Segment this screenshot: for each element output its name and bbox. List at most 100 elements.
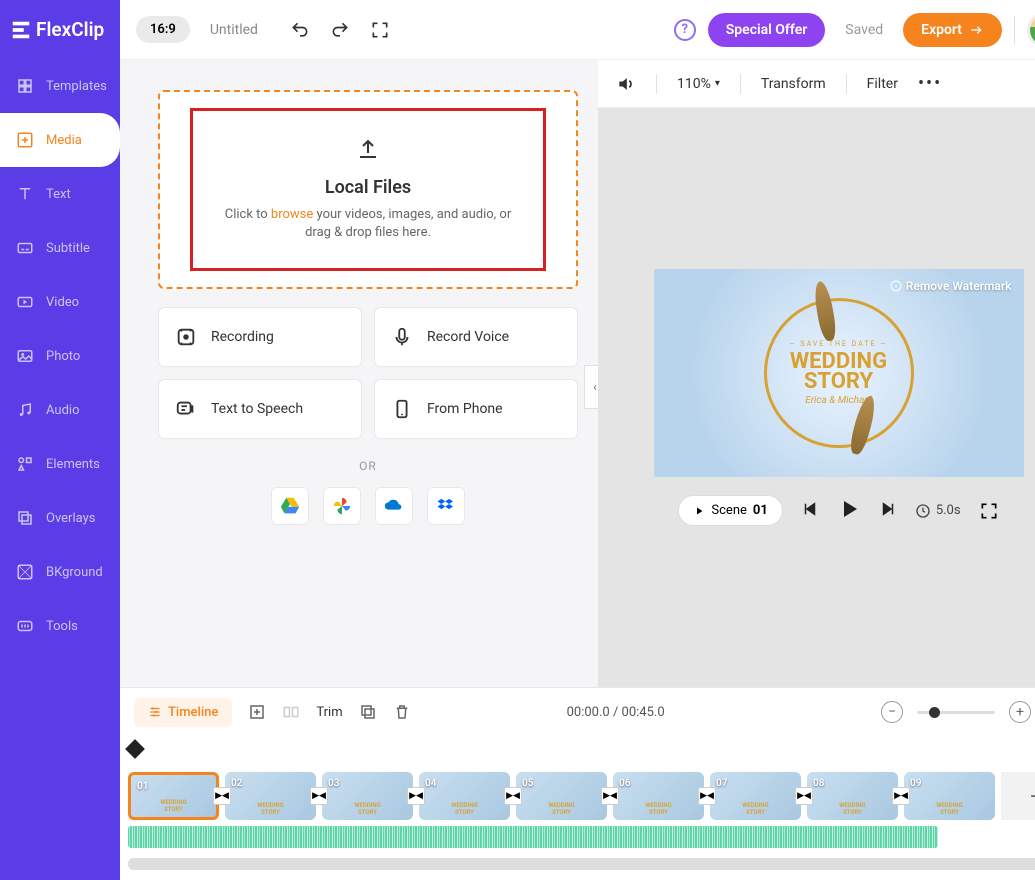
info-icon [890,280,902,292]
split-button[interactable] [282,703,300,721]
media-icon [16,131,34,149]
nav-audio[interactable]: Audio [0,383,120,437]
logo-icon [10,19,32,41]
filter-button[interactable]: Filter [867,76,898,92]
zoom-out-button[interactable]: − [881,701,903,723]
timeline-clip[interactable]: 01WEDDINGSTORY [128,772,219,820]
zoom-slider[interactable] [917,711,995,714]
nav-label: Text [46,187,71,202]
transition-button[interactable]: ▶◀ [310,787,328,805]
timeline-tab[interactable]: Timeline [134,698,232,727]
timeline-clip[interactable]: 07WEDDINGSTORY [710,772,801,820]
play-button[interactable] [837,497,861,525]
wedding-graphic: — SAVE THE DATE — WEDDINGSTORY Erica & M… [764,298,914,448]
text-icon [16,185,34,203]
nav-background[interactable]: BKground [0,545,120,599]
timeline-area: Timeline Trim 00:00.0 / 00:45.0 − + 01WE… [120,687,1035,880]
help-icon[interactable]: ? [674,19,696,41]
duplicate-button[interactable] [359,703,377,721]
nav: Templates Media Text Subtitle Video Phot… [0,59,120,653]
google-photos-icon [331,495,353,517]
recording-button[interactable]: Recording [158,307,362,367]
time-display: 00:00.0 / 00:45.0 [567,705,665,720]
export-button[interactable]: Export [903,13,1002,47]
timeline-scrollbar[interactable] [128,858,1035,870]
next-button[interactable] [879,500,897,522]
google-drive-button[interactable] [271,487,309,525]
add-track-button[interactable] [248,703,266,721]
nav-overlays[interactable]: Overlays [0,491,120,545]
zoom-in-button[interactable]: + [1009,701,1031,723]
upload-dropzone[interactable]: Local Files Click to browse your videos,… [158,90,578,289]
transform-button[interactable]: Transform [761,76,826,92]
transition-button[interactable]: ▶◀ [504,787,522,805]
aspect-ratio[interactable]: 16:9 [136,16,190,43]
browse-link[interactable]: browse [271,207,313,222]
add-clip-button[interactable]: + [1001,772,1035,820]
google-photos-button[interactable] [323,487,361,525]
nav-media[interactable]: Media [0,113,120,167]
card-label: Text to Speech [211,401,303,417]
timeline-clip[interactable]: 04WEDDINGSTORY [419,772,510,820]
tts-icon [175,398,197,420]
timeline-clip[interactable]: 03WEDDINGSTORY [322,772,413,820]
nav-subtitle[interactable]: Subtitle [0,221,120,275]
nav-tools[interactable]: Tools [0,599,120,653]
delete-clip-button[interactable] [393,703,411,721]
nav-text[interactable]: Text [0,167,120,221]
nav-elements[interactable]: Elements [0,437,120,491]
undo-icon[interactable] [290,20,310,40]
remove-watermark-button[interactable]: Remove Watermark [890,279,1012,293]
from-phone-button[interactable]: From Phone [374,379,578,439]
onedrive-icon [383,495,405,517]
timeline-clip[interactable]: 05WEDDINGSTORY [516,772,607,820]
redo-icon[interactable] [330,20,350,40]
timeline-track[interactable]: 01WEDDINGSTORY▶◀02WEDDINGSTORY▶◀03WEDDIN… [120,736,1035,880]
timeline-clip[interactable]: 02WEDDINGSTORY [225,772,316,820]
avatar[interactable] [1027,12,1035,48]
nav-video[interactable]: Video [0,275,120,329]
fullscreen-icon[interactable] [370,20,390,40]
timeline-clip[interactable]: 08WEDDINGSTORY [807,772,898,820]
transition-button[interactable]: ▶◀ [892,787,910,805]
volume-icon[interactable] [616,74,636,94]
transition-button[interactable]: ▶◀ [213,787,231,805]
or-divider: OR [158,459,578,473]
audio-waveform[interactable] [128,826,938,848]
transition-button[interactable]: ▶◀ [698,787,716,805]
special-offer-button[interactable]: Special Offer [708,13,826,47]
transition-button[interactable]: ▶◀ [795,787,813,805]
nav-label: Overlays [46,511,95,526]
timeline-icon [148,705,162,719]
timeline-clip[interactable]: 09WEDDINGSTORY [904,772,995,820]
prev-button[interactable] [801,500,819,522]
playback-controls: Scene 01 5.0s [678,495,998,526]
trim-button[interactable]: Trim [316,703,342,721]
duration-button[interactable]: 5.0s [915,503,961,519]
timeline-clip[interactable]: 06WEDDINGSTORY [613,772,704,820]
card-label: From Phone [427,401,503,417]
nav-templates[interactable]: Templates [0,59,120,113]
scene-button[interactable]: Scene 01 [678,495,782,526]
transition-button[interactable]: ▶◀ [407,787,425,805]
onedrive-button[interactable] [375,487,413,525]
card-label: Recording [211,329,274,345]
preview-canvas[interactable]: Remove Watermark — SAVE THE DATE — WEDDI… [654,269,1024,477]
project-title[interactable]: Untitled [210,22,258,38]
transition-button[interactable]: ▶◀ [601,787,619,805]
nav-photo[interactable]: Photo [0,329,120,383]
record-voice-button[interactable]: Record Voice [374,307,578,367]
tools-icon [16,617,34,635]
nav-label: Tools [46,619,78,634]
play-small-icon [693,505,705,517]
zoom-dropdown[interactable]: 110% ▾ [677,76,720,92]
logo[interactable]: FlexClip [0,0,120,59]
dropbox-button[interactable] [427,487,465,525]
overlays-icon [16,509,34,527]
recording-icon [175,326,197,348]
expand-icon[interactable] [979,501,999,521]
more-button[interactable]: ••• [918,73,942,94]
text-to-speech-button[interactable]: Text to Speech [158,379,362,439]
nav-label: BKground [46,565,103,580]
playhead[interactable] [125,739,145,759]
